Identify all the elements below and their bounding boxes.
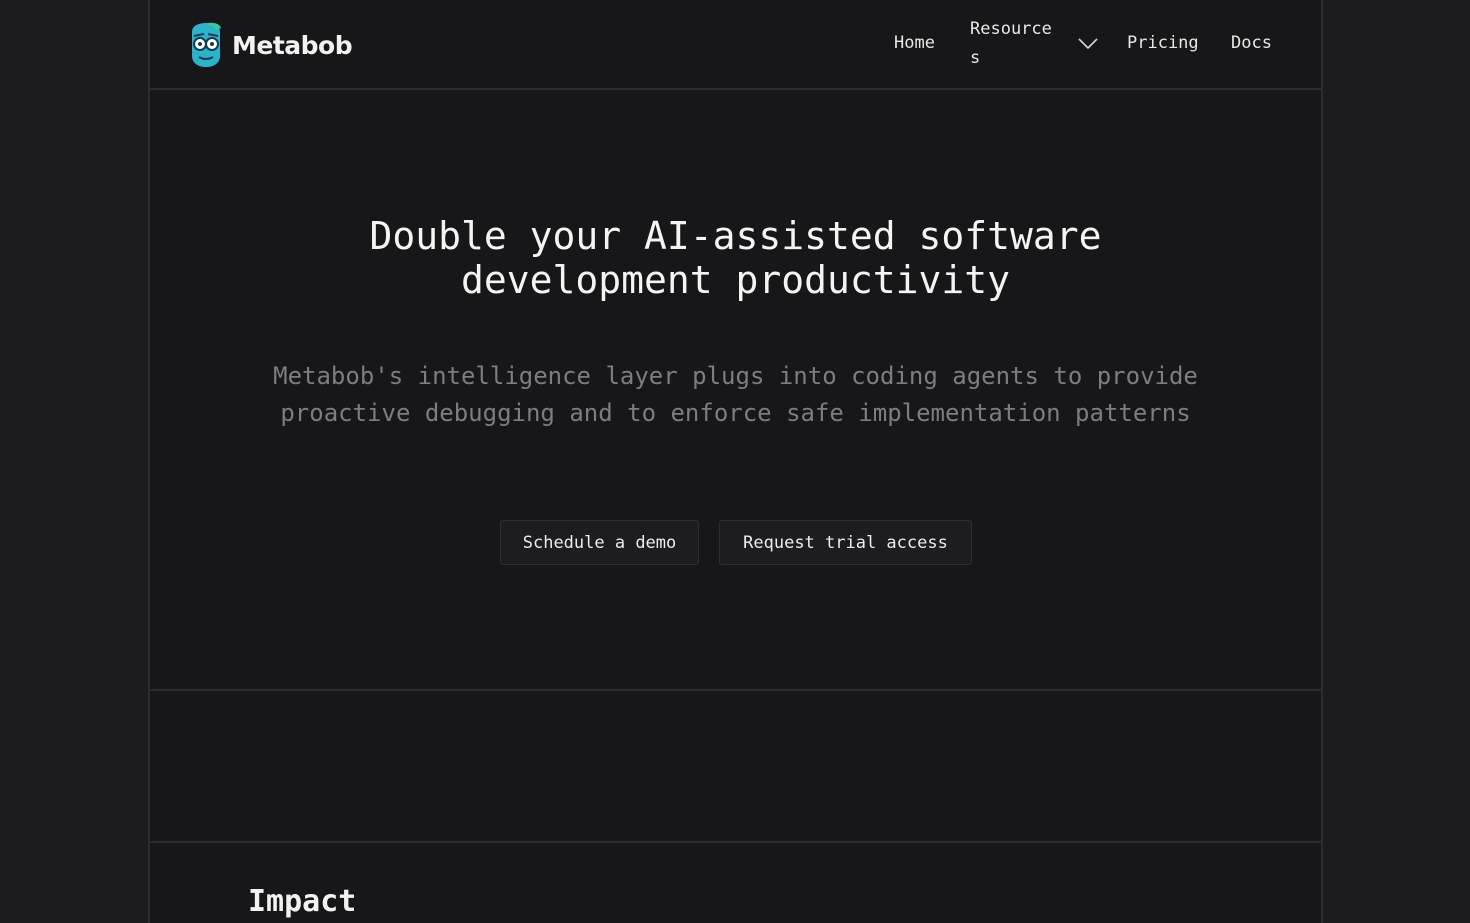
- main-nav: Home Resources Pricing Docs: [150, 0, 1321, 88]
- hero-title: Double your AI-assisted software develop…: [150, 214, 1321, 302]
- hero-title-line-1: Double your AI-assisted software: [369, 214, 1102, 258]
- nav-docs[interactable]: Docs: [1231, 33, 1272, 53]
- section-divider: [150, 689, 1321, 691]
- impact-heading: Impact: [248, 884, 357, 919]
- hero-subtitle: Metabob's intelligence layer plugs into …: [273, 362, 1198, 427]
- nav-pricing[interactable]: Pricing: [1127, 33, 1199, 53]
- nav-resources[interactable]: Resources: [970, 15, 1058, 73]
- hero-title-line-2: development productivity: [460, 258, 1011, 302]
- schedule-demo-button[interactable]: Schedule a demo: [500, 520, 699, 565]
- site-header: Metabob Home Resources Pricing Docs: [150, 0, 1321, 90]
- request-trial-button[interactable]: Request trial access: [719, 520, 972, 565]
- nav-home[interactable]: Home: [894, 33, 935, 53]
- page-frame: Metabob Home Resources Pricing Docs Doub…: [148, 0, 1323, 923]
- chevron-down-icon[interactable]: [1078, 38, 1098, 50]
- section-divider: [150, 841, 1321, 843]
